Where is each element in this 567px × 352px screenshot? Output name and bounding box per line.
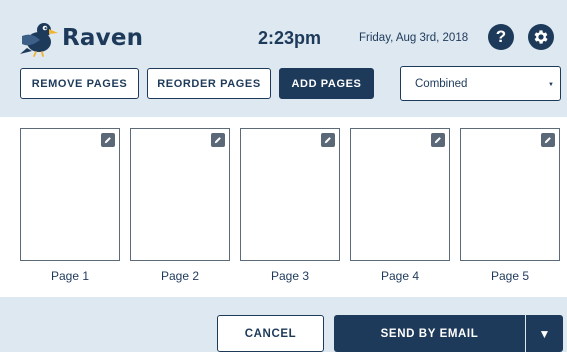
page-label: Page 5 (490, 269, 530, 283)
brand-name: Raven (62, 25, 144, 51)
pencil-icon[interactable] (321, 133, 335, 147)
page-thumbnail-3[interactable] (240, 128, 340, 261)
gear-glyph (534, 30, 548, 44)
pencil-glyph (324, 137, 331, 144)
page-label: Page 4 (380, 269, 420, 283)
pencil-icon[interactable] (101, 133, 115, 147)
pencil-icon[interactable] (431, 133, 445, 147)
page-thumbnail-2[interactable] (130, 128, 230, 261)
pencil-glyph (434, 137, 441, 144)
gear-icon[interactable] (528, 24, 554, 50)
add-pages-button[interactable]: ADD PAGES (279, 68, 374, 99)
clock-time: 2:23pm (258, 28, 322, 48)
help-icon[interactable]: ? (488, 24, 514, 50)
header-bar: Raven 2:23pm Friday, Aug 3rd, 2018 ? REM… (0, 0, 567, 117)
triangle-down-icon: ▼ (548, 82, 554, 88)
brand-logo: Raven (18, 18, 143, 58)
mode-select-value: Combined (415, 77, 468, 90)
mode-select[interactable]: Combined ▼ (400, 66, 561, 101)
page-thumbnail-5[interactable] (460, 128, 560, 261)
page-thumbnail-4[interactable] (350, 128, 450, 261)
pencil-glyph (544, 137, 551, 144)
help-glyph: ? (495, 27, 507, 46)
reorder-pages-button[interactable]: REORDER PAGES (147, 68, 271, 99)
pencil-glyph (214, 137, 221, 144)
pencil-icon[interactable] (211, 133, 225, 147)
pencil-glyph (104, 137, 111, 144)
send-by-email-button[interactable]: SEND BY EMAIL (334, 315, 525, 352)
page-label: Page 2 (160, 269, 200, 283)
page-thumbnail-1[interactable] (20, 128, 120, 261)
send-options-dropdown[interactable]: ▼ (526, 315, 563, 352)
raven-bird-icon (20, 23, 58, 57)
pencil-icon[interactable] (541, 133, 555, 147)
triangle-down-icon: ▼ (538, 326, 551, 341)
cancel-button[interactable]: CANCEL (217, 315, 324, 352)
current-date: Friday, Aug 3rd, 2018 (359, 32, 469, 44)
page-label: Page 3 (270, 269, 310, 283)
remove-pages-button[interactable]: REMOVE PAGES (20, 68, 139, 99)
page-label: Page 1 (50, 269, 90, 283)
